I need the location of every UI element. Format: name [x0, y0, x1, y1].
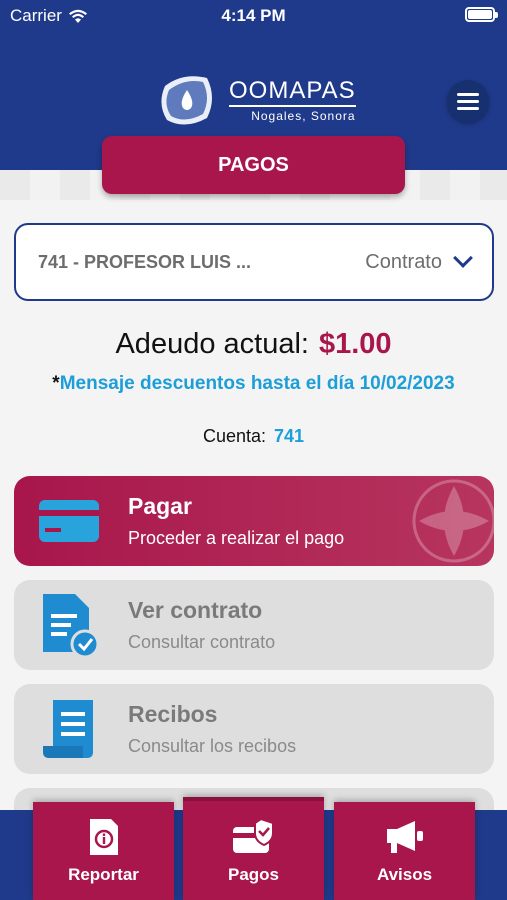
- discount-text: Mensaje descuentos hasta el día 10/02/20…: [59, 373, 455, 394]
- document-check-icon: [24, 580, 114, 670]
- current-debt: Adeudo actual: $1.00: [0, 328, 507, 361]
- view-contract-button[interactable]: Ver contrato Consultar contrato: [14, 580, 494, 670]
- battery-icon: [465, 7, 498, 22]
- pay-title: Pagar: [128, 493, 192, 519]
- account-info: Cuenta: 741: [0, 426, 507, 447]
- discount-message: *Mensaje descuentos hasta el día 10/02/2…: [0, 373, 507, 395]
- pay-subtitle: Proceder a realizar el pago: [128, 528, 345, 548]
- receipts-button[interactable]: Recibos Consultar los recibos: [14, 684, 494, 774]
- brand-location: Nogales, Sonora: [251, 108, 356, 123]
- brand-name: OOMAPAS: [229, 77, 356, 107]
- nav-avisos[interactable]: Avisos: [334, 802, 475, 900]
- report-document-icon: [89, 819, 118, 855]
- megaphone-icon: [386, 821, 423, 853]
- nav-avisos-label: Avisos: [376, 865, 433, 884]
- contract-label: Contrato: [365, 250, 442, 273]
- debt-label: Adeudo actual:: [115, 328, 309, 360]
- receipts-subtitle: Consultar los recibos: [128, 736, 297, 756]
- menu-button[interactable]: [447, 80, 489, 122]
- discount-prefix: *: [52, 373, 60, 394]
- view-contract-title: Ver contrato: [128, 597, 263, 623]
- contract-selected-value: 741 - PROFESOR LUIS ...: [38, 251, 252, 272]
- nav-pagos[interactable]: Pagos: [183, 797, 324, 900]
- pay-button[interactable]: Pagar Proceder a realizar el pago: [14, 476, 494, 566]
- credit-card-icon: [24, 476, 114, 566]
- chevron-down-icon: [453, 248, 473, 268]
- account-label: Cuenta:: [202, 426, 266, 446]
- nav-pagos-label: Pagos: [227, 864, 280, 884]
- receipt-icon: [24, 684, 114, 774]
- water-drop-logo-icon: [161, 76, 212, 125]
- brand-logo: OOMAPAS Nogales, Sonora: [155, 68, 356, 132]
- decorative-flower-icon: [412, 479, 494, 563]
- page-title-tab: PAGOS: [102, 136, 405, 194]
- payment-card-icon: [232, 817, 274, 853]
- debt-amount: $1.00: [318, 328, 392, 360]
- account-value: 741: [274, 426, 305, 446]
- receipts-title: Recibos: [128, 701, 218, 727]
- hamburger-menu-icon: [457, 92, 479, 96]
- status-bar: Carrier 4:14 PM: [0, 0, 507, 32]
- status-time: 4:14 PM: [221, 6, 286, 25]
- nav-reportar-label: Reportar: [68, 865, 139, 884]
- nav-reportar[interactable]: Reportar: [33, 802, 174, 900]
- contract-select[interactable]: 741 - PROFESOR LUIS ... Contrato: [14, 223, 494, 301]
- view-contract-subtitle: Consultar contrato: [128, 632, 276, 652]
